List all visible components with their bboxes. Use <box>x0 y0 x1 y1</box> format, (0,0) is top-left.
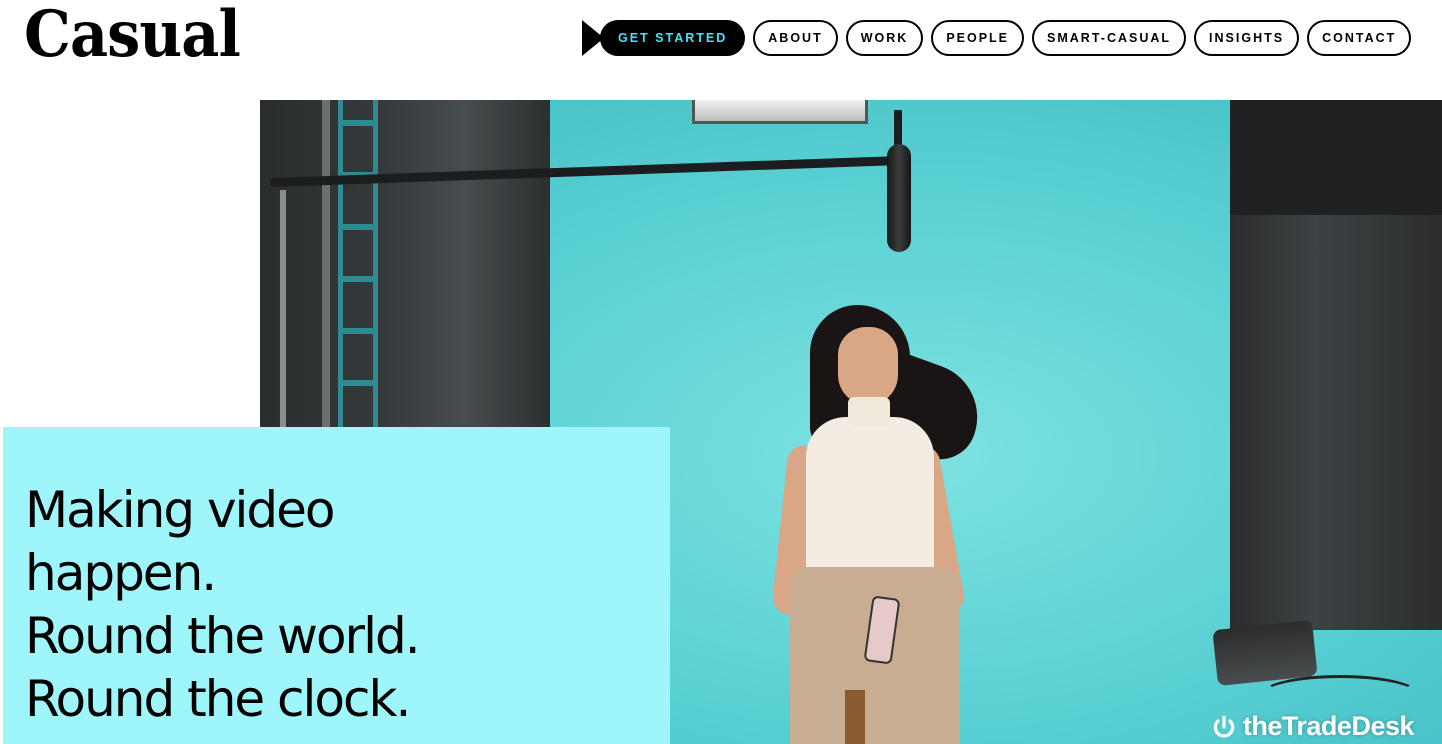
studio-light-panel <box>692 100 868 124</box>
headline-panel: Making video happen. Round the world. Ro… <box>3 427 670 744</box>
nav-people[interactable]: PEOPLE <box>931 20 1025 56</box>
headline-line: Round the world. <box>25 607 421 665</box>
headline-line: Making video <box>25 481 336 539</box>
headline-line: Round the clock. <box>25 670 411 728</box>
nav-smart-casual[interactable]: SMART-CASUAL <box>1032 20 1187 56</box>
main-nav: GET STARTED ABOUT WORK PEOPLE SMART-CASU… <box>582 20 1412 56</box>
nav-work[interactable]: WORK <box>845 20 924 56</box>
nav-about[interactable]: ABOUT <box>753 20 838 56</box>
nav-insights[interactable]: INSIGHTS <box>1194 20 1300 56</box>
casual-logo[interactable]: Casual <box>24 3 241 67</box>
wooden-stool <box>845 690 865 744</box>
power-icon <box>1213 715 1235 738</box>
tradedesk-watermark: theTradeDesk <box>1211 711 1415 742</box>
watermark-text: theTradeDesk <box>1242 711 1415 741</box>
nav-contact[interactable]: CONTACT <box>1307 20 1412 56</box>
studio-curtain-right-top <box>1230 100 1442 215</box>
cable <box>1260 675 1420 715</box>
boom-microphone <box>887 144 911 252</box>
headline-line: happen. <box>25 544 217 602</box>
hero-headline: Making video happen. Round the world. Ro… <box>25 479 655 731</box>
studio-equipment <box>1212 619 1318 687</box>
seated-woman <box>760 305 1000 744</box>
get-started-button[interactable]: GET STARTED <box>600 20 746 56</box>
